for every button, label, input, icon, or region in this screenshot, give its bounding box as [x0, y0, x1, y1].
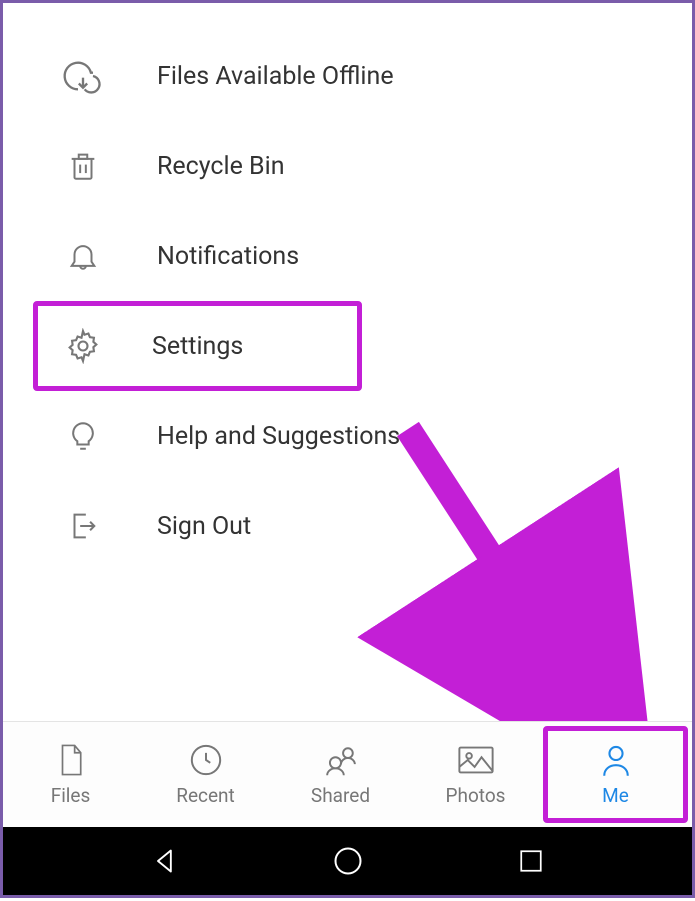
menu-item-label: Recycle Bin	[157, 152, 285, 181]
menu-item-label: Files Available Offline	[157, 62, 394, 91]
tab-me[interactable]: Me	[543, 726, 688, 823]
nav-home-button[interactable]	[328, 841, 368, 881]
menu-item-settings[interactable]: Settings	[33, 301, 362, 391]
photo-icon	[458, 742, 494, 778]
cloud-download-icon	[63, 56, 103, 96]
menu-list: Files Available Offline Recycle Bin Noti…	[3, 3, 692, 571]
signout-icon	[63, 506, 103, 546]
menu-item-notifications[interactable]: Notifications	[3, 211, 692, 301]
tab-files[interactable]: Files	[3, 722, 138, 827]
menu-item-recycle-bin[interactable]: Recycle Bin	[3, 121, 692, 211]
nav-back-button[interactable]	[145, 841, 185, 881]
tab-label: Shared	[311, 784, 370, 807]
menu-item-label: Help and Suggestions	[157, 422, 400, 451]
clock-icon	[188, 742, 224, 778]
tab-shared[interactable]: Shared	[273, 722, 408, 827]
menu-item-label: Sign Out	[157, 512, 251, 541]
bottom-tabbar: Files Recent Shared Photos	[3, 721, 692, 827]
gear-icon	[63, 326, 103, 366]
menu-item-label: Settings	[152, 332, 243, 361]
menu-item-help[interactable]: Help and Suggestions	[3, 391, 692, 481]
tab-recent[interactable]: Recent	[138, 722, 273, 827]
file-icon	[53, 742, 89, 778]
menu-item-label: Notifications	[157, 242, 299, 271]
menu-item-files-offline[interactable]: Files Available Offline	[3, 31, 692, 121]
tab-label: Me	[602, 784, 629, 807]
tab-label: Files	[51, 784, 91, 807]
person-icon	[598, 742, 634, 778]
android-navbar	[3, 827, 692, 895]
trash-icon	[63, 146, 103, 186]
tab-photos[interactable]: Photos	[408, 722, 543, 827]
people-icon	[323, 742, 359, 778]
tab-label: Recent	[176, 784, 235, 807]
lightbulb-icon	[63, 416, 103, 456]
nav-recent-button[interactable]	[511, 841, 551, 881]
menu-item-sign-out[interactable]: Sign Out	[3, 481, 692, 571]
bell-icon	[63, 236, 103, 276]
tab-label: Photos	[446, 784, 506, 807]
